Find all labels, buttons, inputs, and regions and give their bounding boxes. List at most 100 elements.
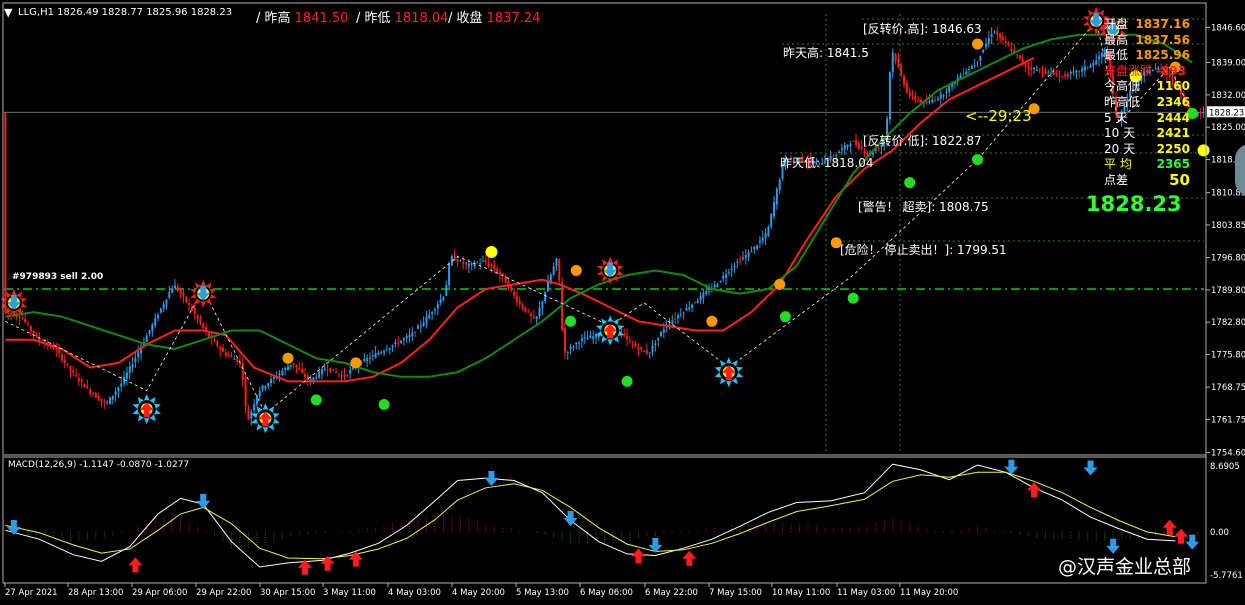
candle-body [979, 55, 982, 61]
y-tick-label: 1803.85 [1211, 221, 1245, 231]
candle-body [651, 345, 654, 353]
y-tick-label: 1754.60 [1211, 449, 1245, 459]
candle-body [473, 264, 476, 267]
stats-row-value: 2421 [1156, 126, 1190, 141]
candle-body [267, 383, 270, 387]
candle-body [631, 344, 634, 345]
candle-body [996, 30, 999, 35]
chart-menu-icon[interactable]: ▼ [4, 6, 12, 19]
candle-body [643, 350, 646, 352]
y-tick-label: 1832.00 [1211, 91, 1245, 101]
candle-body [987, 37, 990, 44]
reversal-low-label: [反转价.低]: 1822.87 [863, 134, 982, 148]
stats-row-value: 2346 [1156, 95, 1190, 109]
candle-body [340, 375, 343, 377]
green-signal-dot [904, 177, 916, 189]
candle-body [18, 316, 21, 318]
candle-body [722, 276, 725, 279]
stats-row-label: 开盘 [1104, 17, 1129, 31]
candle-body [397, 343, 400, 344]
candle-body [1078, 70, 1081, 72]
candle-body [106, 402, 109, 403]
candle-body [640, 346, 643, 349]
candle-body [682, 312, 685, 314]
candle-body [965, 71, 968, 75]
watermark: @汉声金业总部 [1058, 556, 1192, 578]
candle-body [258, 390, 261, 397]
macd-y-tick-label: 8.6905 [1210, 462, 1240, 472]
candle-body [388, 347, 391, 350]
candle-body [982, 49, 985, 53]
candle-body [261, 385, 264, 390]
candle-body [518, 301, 521, 305]
zigzag-path [5, 20, 1193, 415]
candle-body [566, 351, 569, 353]
candle-body [131, 364, 134, 369]
candle-body [626, 335, 629, 339]
candle-body [1100, 52, 1103, 58]
candle-body [425, 316, 428, 323]
candle-body [928, 100, 931, 103]
candle-body [250, 411, 253, 419]
candle-body [157, 315, 159, 319]
orange-signal-dot [282, 352, 294, 364]
candle-body [541, 301, 544, 309]
candle-body [993, 32, 996, 34]
candle-body [1064, 74, 1067, 77]
candle-body [236, 358, 239, 363]
trade-order-label[interactable]: #979893 sell 2.00 [12, 272, 103, 282]
stats-row-value: -893 [1155, 63, 1186, 78]
x-tick-label: 29 Apr 06:00 [132, 588, 187, 598]
candle-body [1010, 48, 1013, 52]
candle-body [433, 308, 436, 311]
macd-buy-arrow-icon [348, 551, 363, 567]
candle-body [962, 73, 965, 75]
candle-body [970, 66, 973, 70]
candle-body [496, 268, 499, 273]
candle-body [708, 291, 711, 292]
x-tick-label: 10 May 11:00 [772, 588, 830, 598]
candle-body [199, 317, 202, 324]
candle-body [253, 404, 256, 411]
candle-body [538, 307, 541, 317]
candle-body [1072, 71, 1075, 73]
candle-body [702, 293, 705, 299]
candle-body [558, 258, 561, 281]
macd-buy-arrow-icon [128, 557, 143, 573]
green-signal-dot [847, 292, 859, 304]
candle-body [442, 296, 445, 301]
candle-body [481, 260, 484, 262]
green-signal-dot [779, 311, 791, 323]
candle-body [219, 347, 222, 350]
candle-body [838, 151, 841, 153]
macd-sell-arrow-icon [1185, 534, 1200, 550]
candle-body [470, 263, 473, 265]
candle-body [86, 385, 89, 388]
candle-body [134, 357, 137, 362]
green-signal-dot [565, 315, 577, 327]
candle-body [193, 308, 196, 314]
price-levels [4, 18, 1204, 290]
candle-body [92, 393, 95, 395]
candle-body [151, 324, 154, 332]
floating-widget-handle[interactable] [1235, 144, 1245, 196]
candle-body [914, 96, 917, 100]
candle-body [730, 268, 733, 271]
candle-body [1047, 71, 1050, 73]
candle-body [1050, 72, 1052, 74]
candle-body [736, 261, 739, 263]
macd-buy-arrow-icon [631, 548, 646, 564]
candle-body [4, 113, 7, 313]
candle-body [476, 262, 479, 264]
candle-body [699, 295, 702, 301]
candle-body [97, 395, 100, 401]
candle-body [292, 363, 295, 366]
candle-body [863, 150, 866, 154]
stats-row-label: 10 天 [1104, 126, 1136, 141]
candle-body [931, 100, 934, 103]
candle-body [770, 213, 773, 227]
candle-body [222, 347, 224, 352]
candle-body [535, 316, 538, 319]
candle-body [335, 372, 338, 374]
oversold-warning-label: [警告！ 超卖]: 1808.75 [858, 200, 989, 214]
